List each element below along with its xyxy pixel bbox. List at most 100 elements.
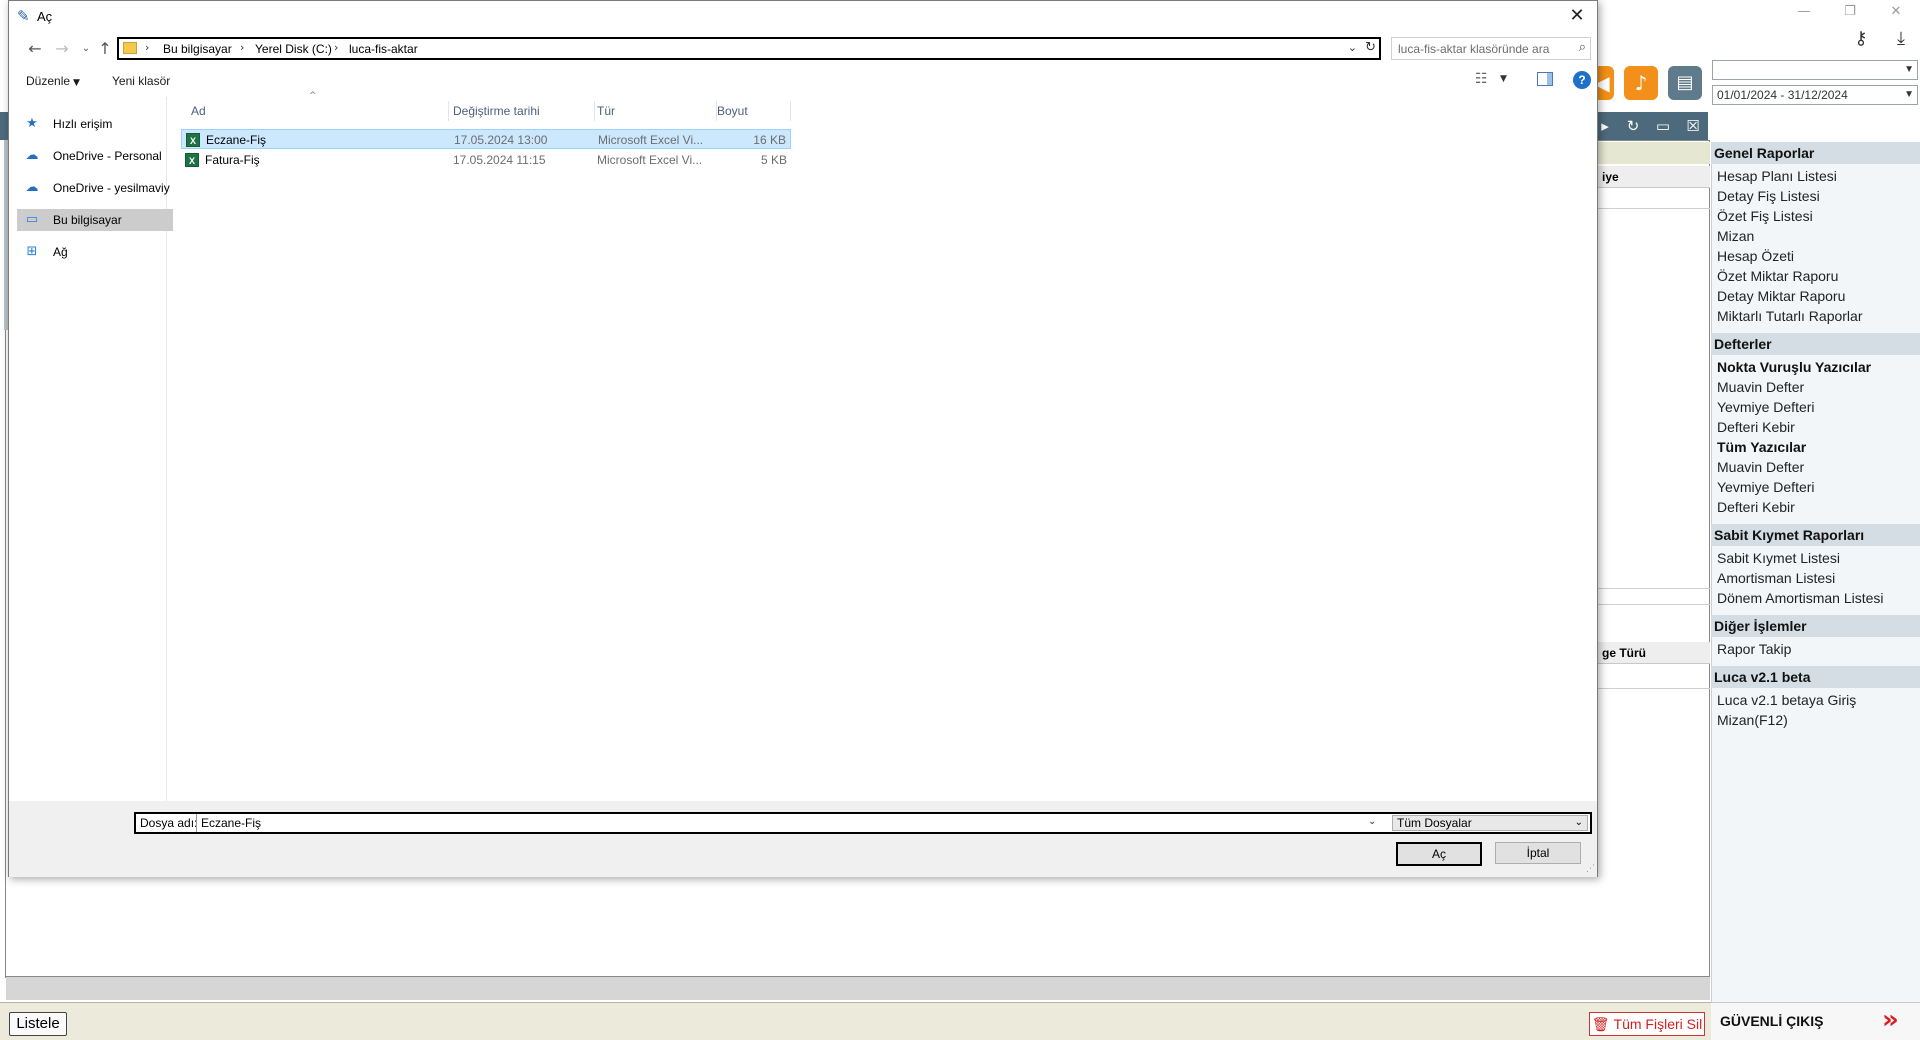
- trash-icon: 🗑: [1591, 1016, 1610, 1032]
- grid-caption: [1598, 142, 1710, 164]
- grid-line: [1598, 688, 1710, 689]
- caret-down-icon[interactable]: ▼: [1500, 74, 1507, 84]
- breadcrumb-item[interactable]: luca-fis-aktar: [349, 42, 418, 56]
- download-icon[interactable]: ⤓: [1888, 26, 1914, 52]
- side-menu-item[interactable]: Detay Fiş Listesi: [1717, 187, 1820, 205]
- app-restore-icon[interactable]: ❐: [1838, 2, 1862, 22]
- forward-arrow-icon[interactable]: →: [52, 39, 72, 59]
- nav-item-this-pc[interactable]: ▭ Bu bilgisayar: [17, 209, 173, 231]
- sort-ascending-icon: ^: [309, 91, 317, 101]
- file-type-select[interactable]: Tüm Dosyalar ⌄: [1392, 815, 1588, 831]
- side-menu-item[interactable]: Mizan: [1717, 227, 1754, 245]
- back-arrow-icon[interactable]: ←: [25, 39, 45, 59]
- preview-pane-icon[interactable]: [1537, 72, 1553, 86]
- side-menu-item[interactable]: Rapor Takip: [1717, 640, 1791, 658]
- file-size: 5 KB: [760, 153, 787, 167]
- list-button[interactable]: Listele: [9, 1012, 67, 1036]
- side-menu-item[interactable]: Miktarlı Tutarlı Raporlar: [1717, 307, 1862, 325]
- notebook-icon[interactable]: ▤: [1668, 66, 1702, 100]
- organize-menu[interactable]: Düzenle ▼: [26, 74, 80, 88]
- side-menu-item[interactable]: Amortisman Listesi: [1717, 569, 1835, 587]
- nav-item-network[interactable]: ⊞ Ağ: [17, 241, 173, 263]
- key-icon[interactable]: ⚷: [1848, 26, 1874, 52]
- grid-header: iye: [1598, 166, 1710, 188]
- side-menu-section-header: Diğer İşlemler: [1711, 615, 1920, 637]
- side-menu-item[interactable]: Defteri Kebir: [1717, 418, 1795, 436]
- excel-file-icon: X: [186, 133, 200, 147]
- refresh-icon[interactable]: ↻: [1365, 40, 1376, 55]
- cancel-button[interactable]: İptal: [1495, 842, 1581, 864]
- file-name-input[interactable]: [196, 814, 1356, 832]
- side-menu-item[interactable]: Özet Fiş Listesi: [1717, 207, 1813, 225]
- side-menu-item[interactable]: Yevmiye Defteri: [1717, 478, 1815, 496]
- breadcrumb-item[interactable]: Yerel Disk (C:): [255, 42, 332, 56]
- open-button[interactable]: Aç: [1396, 842, 1482, 866]
- breadcrumb-chevron-icon[interactable]: ›: [145, 41, 149, 54]
- panel-icon[interactable]: ▭: [1722, 116, 1750, 136]
- window-icon[interactable]: ▭: [1652, 116, 1674, 136]
- dialog-title: Aç: [37, 9, 53, 24]
- search-icon[interactable]: ⌕: [1579, 40, 1586, 55]
- side-menu-item[interactable]: Mizan(F12): [1717, 711, 1788, 729]
- up-arrow-icon[interactable]: ↑: [95, 39, 115, 59]
- app-minimize-icon[interactable]: —: [1792, 2, 1816, 22]
- side-menu-item[interactable]: Hesap Planı Listesi: [1717, 167, 1837, 185]
- chevron-down-icon: ▼: [1904, 89, 1914, 100]
- file-row[interactable]: X Fatura-Fiş 17.05.2024 11:15 Microsoft …: [181, 150, 791, 170]
- breadcrumb-item[interactable]: Bu bilgisayar: [163, 42, 232, 56]
- chevron-down-icon[interactable]: ⌄: [1348, 41, 1357, 54]
- side-menu-section-header: Luca v2.1 beta: [1711, 666, 1920, 688]
- caret-down-icon: ▼: [73, 78, 80, 88]
- close-icon[interactable]: ☒: [1682, 116, 1704, 136]
- bell-icon[interactable]: ♪: [1624, 66, 1658, 100]
- view-options-icon[interactable]: ☷: [1475, 71, 1488, 87]
- file-name: Eczane-Fiş: [206, 133, 267, 147]
- side-menu-item[interactable]: Muavin Defter: [1717, 458, 1804, 476]
- nav-item-quick-access[interactable]: ★ Hızlı erişim: [17, 113, 173, 135]
- search-input[interactable]: luca-fis-aktar klasöründe ara: [1398, 42, 1549, 56]
- file-type: Microsoft Excel Vi...: [598, 133, 704, 147]
- search-box[interactable]: luca-fis-aktar klasöründe ara ⌕: [1391, 37, 1591, 60]
- file-row[interactable]: X Eczane-Fiş 17.05.2024 13:00 Microsoft …: [181, 129, 791, 149]
- period-select[interactable]: ▼: [1712, 60, 1918, 80]
- nav-item-onedrive-personal[interactable]: ☁ OneDrive - Personal: [17, 145, 173, 167]
- address-bar[interactable]: › Bu bilgisayar › Yerel Disk (C:) › luca…: [117, 37, 1381, 60]
- dialog-close-icon[interactable]: ✕: [1565, 4, 1589, 28]
- nav-item-onedrive-business[interactable]: ☁ OneDrive - yesilmaviy: [17, 177, 173, 199]
- side-menu-item[interactable]: Dönem Amortisman Listesi: [1717, 589, 1884, 607]
- side-menu-group-label: Nokta Vuruşlu Yazıcılar: [1717, 359, 1872, 375]
- chevron-down-icon[interactable]: ⌄: [1368, 816, 1376, 827]
- column-header-name[interactable]: Ad: [185, 101, 449, 121]
- side-menu-item[interactable]: Hesap Özeti: [1717, 247, 1794, 265]
- help-icon[interactable]: ?: [1573, 71, 1591, 89]
- chevron-down-icon: ⌄: [1574, 817, 1583, 828]
- refresh-icon[interactable]: ↻: [1622, 116, 1644, 136]
- column-header-modified[interactable]: Değiştirme tarihi: [447, 101, 595, 121]
- file-name: Fatura-Fiş: [205, 153, 260, 167]
- side-menu-item[interactable]: Sabit Kıymet Listesi: [1717, 549, 1840, 567]
- column-header-size[interactable]: Boyut: [711, 101, 791, 121]
- navigation-pane: ★ Hızlı erişim ☁ OneDrive - Personal ☁ O…: [9, 97, 173, 801]
- breadcrumb-chevron-icon[interactable]: ›: [240, 41, 244, 54]
- side-menu-item[interactable]: Yevmiye Defteri: [1717, 398, 1815, 416]
- side-menu-section-header: Sabit Kıymet Raporları: [1711, 524, 1920, 546]
- side-menu-item[interactable]: Detay Miktar Raporu: [1717, 287, 1845, 305]
- side-menu-item[interactable]: Özet Miktar Raporu: [1717, 267, 1838, 285]
- side-menu-section-header: Genel Raporlar: [1711, 142, 1920, 164]
- side-menu-item[interactable]: Defteri Kebir: [1717, 498, 1795, 516]
- new-folder-button[interactable]: Yeni klasör: [112, 74, 170, 88]
- date-range-select[interactable]: 01/01/2024 - 31/12/2024 ▼: [1712, 85, 1918, 105]
- app-close-icon[interactable]: ✕: [1884, 2, 1908, 22]
- double-chevron-right-icon[interactable]: »: [1882, 1005, 1899, 1035]
- breadcrumb-chevron-icon[interactable]: ›: [334, 41, 338, 54]
- resize-grip-icon[interactable]: ⋰: [1586, 864, 1595, 874]
- side-menu-section-header: Defterler: [1711, 333, 1920, 355]
- cloud-icon: ☁: [25, 180, 39, 195]
- column-header-type[interactable]: Tür: [591, 101, 717, 121]
- network-icon: ⊞: [26, 244, 38, 259]
- side-menu-item[interactable]: Luca v2.1 betaya Giriş: [1717, 691, 1856, 709]
- side-menu-item[interactable]: Muavin Defter: [1717, 378, 1804, 396]
- delete-all-vouchers-button[interactable]: 🗑 Tüm Fişleri Sil: [1589, 1012, 1705, 1036]
- recent-locations-chevron-icon[interactable]: ⌄: [76, 39, 96, 59]
- nav-item-label: Hızlı erişim: [53, 117, 113, 131]
